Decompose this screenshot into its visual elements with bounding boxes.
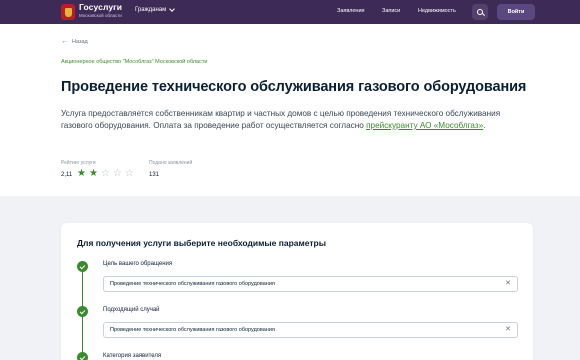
- citizens-dropdown[interactable]: Гражданам: [135, 6, 176, 13]
- service-description: Услуга предоставляется собственникам ква…: [61, 109, 501, 130]
- step-label-purpose: Цель вашего обращения: [103, 261, 173, 267]
- search-button[interactable]: [472, 4, 488, 20]
- brand-title: Госуслуги: [79, 2, 123, 12]
- rating-value: 2,11: [61, 172, 73, 178]
- back-link[interactable]: ← Назад: [61, 38, 88, 45]
- applications-count: 131: [149, 172, 160, 178]
- clear-icon[interactable]: ✕: [505, 280, 511, 288]
- brand[interactable]: Госуслуги Московской области: [79, 3, 122, 18]
- coat-of-arms-logo[interactable]: [61, 4, 75, 20]
- step-complete-check-icon: [77, 306, 88, 317]
- parameters-card: Для получения услуги выберите необходимы…: [61, 223, 533, 360]
- parameters-title: Для получения услуги выберите необходимы…: [77, 238, 327, 248]
- star-filled-icon: ★: [88, 168, 98, 179]
- brand-subtitle: Московской области: [79, 12, 122, 18]
- nav-appointments[interactable]: Записи: [382, 8, 400, 14]
- arrow-left-icon: ←: [61, 38, 68, 45]
- star-empty-icon: ☆: [100, 168, 110, 179]
- chevron-down-icon: [169, 6, 176, 12]
- purpose-value: Проведение технического обслуживания газ…: [110, 281, 275, 287]
- applications-label: Подано заявлений: [149, 160, 193, 166]
- nav-applications[interactable]: Заявления: [337, 8, 365, 14]
- organization-name[interactable]: Акционерное общество "Мособлгаз" Московс…: [61, 59, 207, 65]
- step-label-applicant-category: Категория заявителя: [103, 353, 162, 359]
- star-empty-icon: ☆: [112, 168, 122, 179]
- back-label: Назад: [72, 38, 88, 45]
- step-complete-check-icon: [77, 352, 88, 360]
- purpose-select[interactable]: Проведение технического обслуживания газ…: [103, 276, 518, 292]
- case-value: Проведение технического обслуживания газ…: [110, 327, 275, 333]
- step-complete-check-icon: [77, 261, 88, 272]
- nav-real-estate[interactable]: Недвижимость: [418, 8, 456, 14]
- step-label-case: Подходящий случай: [103, 307, 160, 313]
- price-list-link[interactable]: прейскуранту АО «Мособлгаз»: [366, 121, 483, 130]
- page-title: Проведение технического обслуживания газ…: [61, 79, 527, 95]
- rating-stars: ★ ★ ☆ ☆ ☆: [77, 169, 134, 179]
- login-button[interactable]: Войти: [497, 4, 535, 20]
- citizens-label: Гражданам: [135, 7, 167, 13]
- service-header-section: ← Назад Акционерное общество "Мособлгаз"…: [0, 24, 580, 196]
- search-icon: [476, 8, 483, 15]
- rating-label: Рейтинг услуги: [61, 160, 96, 166]
- clear-icon[interactable]: ✕: [505, 326, 511, 334]
- case-select[interactable]: Проведение технического обслуживания газ…: [103, 322, 518, 338]
- top-header: Госуслуги Московской области Гражданам З…: [0, 0, 580, 24]
- star-filled-icon: ★: [77, 168, 86, 179]
- star-empty-icon: ☆: [124, 168, 134, 179]
